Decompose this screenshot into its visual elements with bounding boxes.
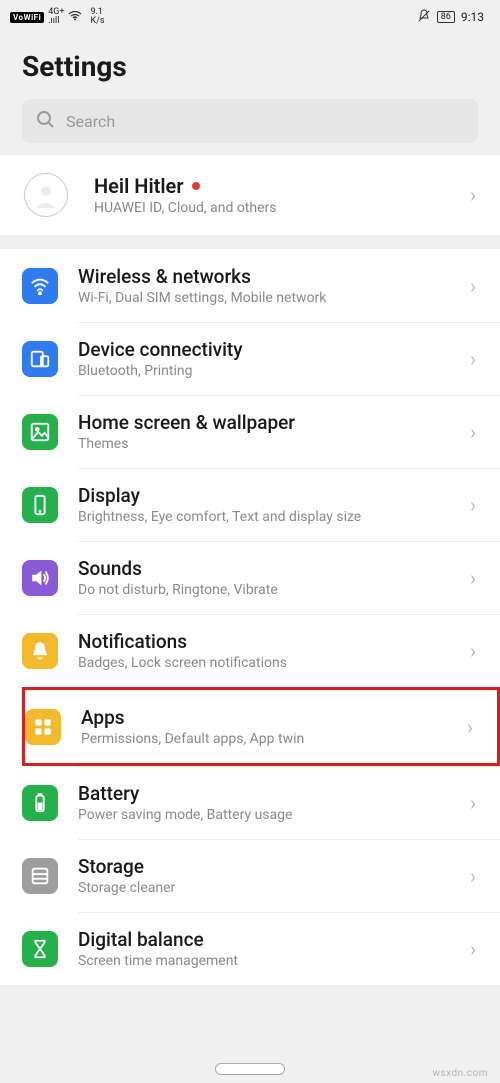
devices-icon	[22, 341, 58, 377]
chevron-right-icon: ›	[464, 420, 476, 444]
item-subtitle: Bluetooth, Printing	[78, 363, 464, 379]
item-subtitle: Brightness, Eye comfort, Text and displa…	[78, 509, 464, 525]
item-subtitle: Storage cleaner	[78, 880, 464, 896]
item-title: Display	[78, 484, 464, 507]
storage-icon	[22, 858, 58, 894]
chevron-right-icon: ›	[464, 493, 476, 517]
chevron-right-icon: ›	[464, 566, 476, 590]
battery-indicator: 86	[437, 11, 455, 23]
item-subtitle: Screen time management	[78, 953, 464, 969]
chevron-right-icon: ›	[464, 274, 476, 298]
image-icon	[22, 414, 58, 450]
hourglass-icon	[22, 931, 58, 967]
network-indicator: 4G+.ııll	[48, 8, 64, 26]
status-right: 86 9:13	[417, 9, 484, 26]
item-title: Home screen & wallpaper	[78, 411, 464, 434]
item-title: Notifications	[78, 630, 464, 653]
item-title: Sounds	[78, 557, 464, 580]
avatar	[24, 173, 68, 217]
page-title: Settings	[0, 32, 500, 99]
net-speed: 9.1K/s	[90, 8, 104, 26]
status-left: VoWiFi 4G+.ııll 9.1K/s	[10, 8, 105, 26]
item-title: Battery	[78, 782, 464, 805]
search-icon	[36, 110, 54, 132]
chevron-right-icon: ›	[464, 183, 476, 207]
chevron-right-icon: ›	[464, 347, 476, 371]
setting-item-storage[interactable]: Storage Storage cleaner›	[22, 839, 500, 912]
search-wrap: Search	[0, 99, 500, 155]
item-subtitle: Themes	[78, 436, 464, 452]
notification-dot-icon	[192, 182, 200, 190]
account-card: Heil Hitler HUAWEI ID, Cloud, and others…	[0, 155, 500, 235]
item-title: Apps	[81, 706, 461, 729]
watermark: wsxdn.com	[432, 1068, 488, 1079]
battery-icon	[22, 785, 58, 821]
item-subtitle: Permissions, Default apps, App twin	[81, 731, 461, 747]
setting-item-device-conn[interactable]: Device connectivity Bluetooth, Printing›	[22, 322, 500, 395]
chevron-right-icon: ›	[464, 864, 476, 888]
chevron-right-icon: ›	[464, 791, 476, 815]
setting-item-notifications[interactable]: Notifications Badges, Lock screen notific…	[22, 614, 500, 687]
setting-item-battery[interactable]: Battery Power saving mode, Battery usage›	[22, 766, 500, 839]
item-title: Digital balance	[78, 928, 464, 951]
item-title: Storage	[78, 855, 464, 878]
account-sub: HUAWEI ID, Cloud, and others	[94, 200, 464, 216]
account-name: Heil Hitler	[94, 174, 184, 198]
apps-icon	[25, 709, 61, 745]
mute-icon	[417, 9, 431, 26]
setting-item-display[interactable]: Display Brightness, Eye comfort, Text and…	[22, 468, 500, 541]
bell-icon	[22, 633, 58, 669]
item-title: Device connectivity	[78, 338, 464, 361]
wifi-icon	[68, 10, 82, 24]
setting-item-apps[interactable]: Apps Permissions, Default apps, App twin›	[22, 687, 500, 766]
search-input[interactable]: Search	[22, 99, 478, 143]
settings-list: Wireless & networks Wi-Fi, Dual SIM setti…	[0, 249, 500, 985]
home-indicator[interactable]	[215, 1063, 285, 1075]
item-subtitle: Power saving mode, Battery usage	[78, 807, 464, 823]
item-title: Wireless & networks	[78, 265, 464, 288]
item-subtitle: Badges, Lock screen notifications	[78, 655, 464, 671]
clock: 9:13	[461, 10, 484, 24]
status-bar: VoWiFi 4G+.ııll 9.1K/s 86 9:13	[0, 0, 500, 32]
setting-item-wireless[interactable]: Wireless & networks Wi-Fi, Dual SIM setti…	[22, 249, 500, 322]
setting-item-sounds[interactable]: Sounds Do not disturb, Ringtone, Vibrate›	[22, 541, 500, 614]
account-row[interactable]: Heil Hitler HUAWEI ID, Cloud, and others…	[0, 155, 500, 235]
wifi-icon	[22, 268, 58, 304]
chevron-right-icon: ›	[464, 937, 476, 961]
phone-icon	[22, 487, 58, 523]
chevron-right-icon: ›	[464, 639, 476, 663]
search-placeholder: Search	[66, 112, 115, 131]
setting-item-home-wall[interactable]: Home screen & wallpaper Themes›	[22, 395, 500, 468]
sound-icon	[22, 560, 58, 596]
vowifi-badge: VoWiFi	[10, 12, 44, 23]
chevron-right-icon: ›	[461, 715, 473, 739]
item-subtitle: Wi-Fi, Dual SIM settings, Mobile network	[78, 290, 464, 306]
item-subtitle: Do not disturb, Ringtone, Vibrate	[78, 582, 464, 598]
setting-item-digital[interactable]: Digital balance Screen time management›	[22, 912, 500, 985]
